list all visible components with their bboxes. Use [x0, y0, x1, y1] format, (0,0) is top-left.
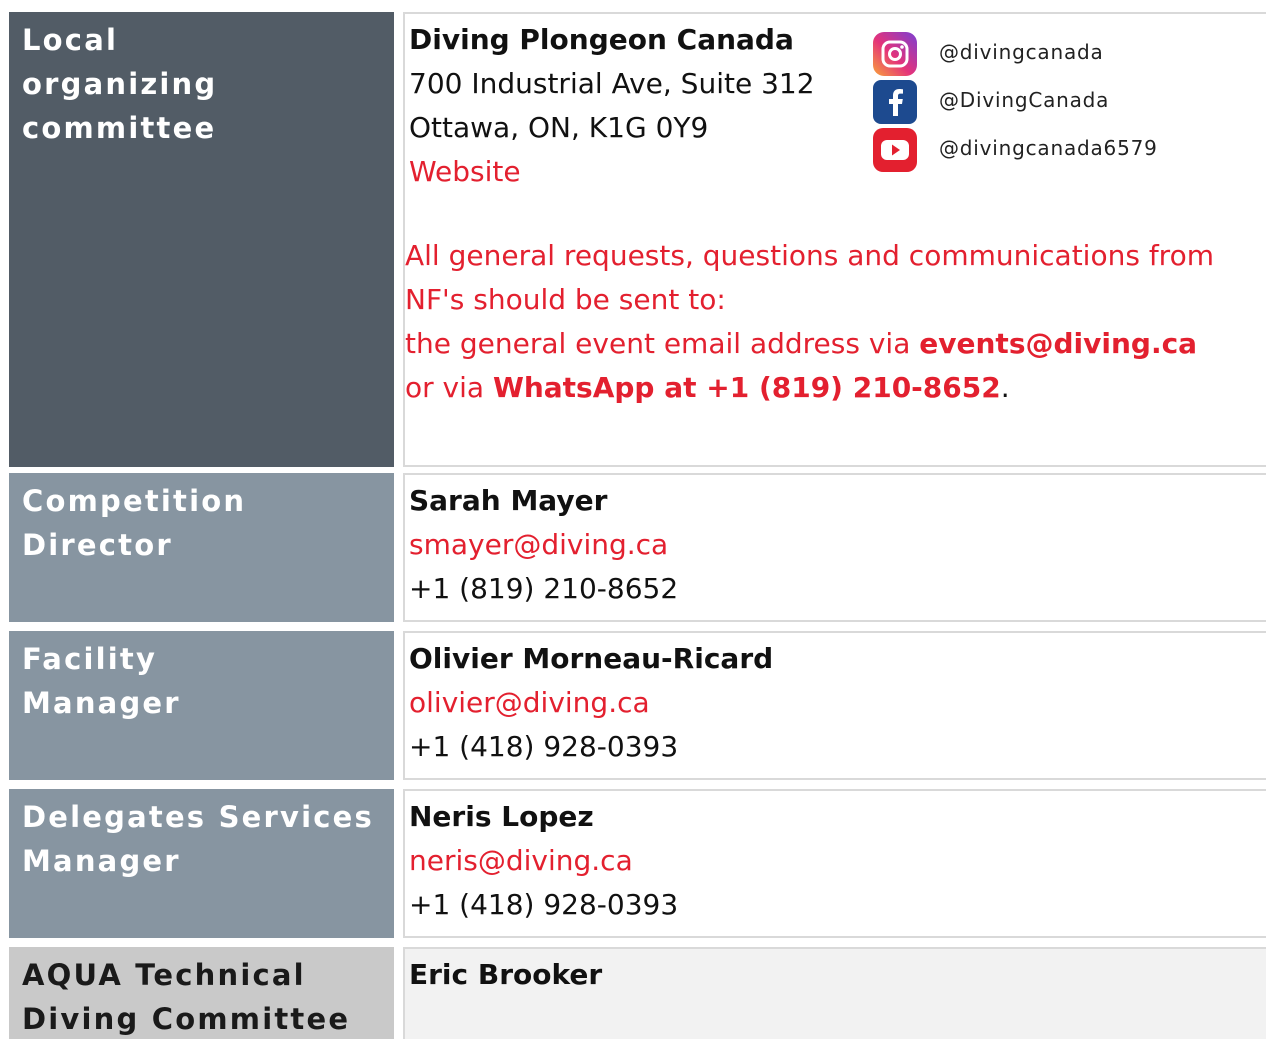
- label-line: Delegates Services: [22, 800, 374, 834]
- address-line: 700 Industrial Ave, Suite 312: [409, 67, 815, 100]
- facebook-icon: [873, 80, 917, 124]
- label-line: Director: [22, 528, 173, 562]
- label-line: Facility: [22, 642, 158, 676]
- notice-line: All general requests, questions and comm…: [405, 239, 1214, 272]
- label-line: Manager: [22, 844, 181, 878]
- contact-email-link[interactable]: smayer@diving.ca: [409, 523, 1266, 567]
- row-label: Delegates Services Manager: [9, 789, 394, 938]
- notice-period: .: [1000, 371, 1010, 404]
- social-handle: @divingcanada6579: [939, 136, 1158, 160]
- label-line: organizing: [22, 67, 218, 101]
- row-aqua-technical-diving-committee: AQUA Technical Diving Committee Eric Bro…: [9, 947, 1266, 1039]
- contact-name: Sarah Mayer: [409, 484, 608, 517]
- label-line: committee: [22, 111, 217, 145]
- row-content: Diving Plongeon Canada 700 Industrial Av…: [403, 12, 1266, 467]
- row-competition-director: Competition Director Sarah Mayer smayer@…: [9, 473, 1266, 622]
- notice-text: the general event email address via: [405, 327, 920, 360]
- contact-name: Olivier Morneau-Ricard: [409, 642, 774, 675]
- row-content: Olivier Morneau-Ricard olivier@diving.ca…: [403, 631, 1266, 780]
- contact-name: Neris Lopez: [409, 800, 594, 833]
- whatsapp-link[interactable]: WhatsApp at +1 (819) 210-8652: [493, 371, 1001, 404]
- organization-name: Diving Plongeon Canada: [409, 23, 794, 56]
- notice-text: or via: [405, 371, 493, 404]
- events-email-link[interactable]: events@diving.ca: [919, 327, 1197, 360]
- social-handle: @divingcanada: [939, 40, 1104, 64]
- row-label: Competition Director: [9, 473, 394, 622]
- contact-email-link[interactable]: olivier@diving.ca: [409, 681, 1266, 725]
- row-local-organizing-committee: Local organizing committee Diving Plonge…: [9, 12, 1266, 467]
- notice-line: or via WhatsApp at +1 (819) 210-8652.: [405, 366, 1266, 410]
- social-handle: @DivingCanada: [939, 88, 1110, 112]
- instagram-icon: [873, 32, 917, 76]
- row-label: AQUA Technical Diving Committee: [9, 947, 394, 1039]
- row-label: Facility Manager: [9, 631, 394, 780]
- contact-name: Eric Brooker: [409, 958, 603, 991]
- label-line: AQUA Technical: [22, 958, 306, 992]
- contact-phone: +1 (819) 210-8652: [409, 572, 679, 605]
- label-line: Diving Committee: [22, 1002, 351, 1036]
- label-line: Local: [22, 23, 119, 57]
- row-content: Neris Lopez neris@diving.ca +1 (418) 928…: [403, 789, 1266, 938]
- row-delegates-services-manager: Delegates Services Manager Neris Lopez n…: [9, 789, 1266, 938]
- contact-email-link[interactable]: neris@diving.ca: [409, 839, 1266, 883]
- contact-phone: +1 (418) 928-0393: [409, 730, 679, 763]
- notice-line: the general event email address via even…: [405, 322, 1266, 366]
- row-content: Sarah Mayer smayer@diving.ca +1 (819) 21…: [403, 473, 1266, 622]
- row-label: Local organizing committee: [9, 12, 394, 467]
- row-facility-manager: Facility Manager Olivier Morneau-Ricard …: [9, 631, 1266, 780]
- general-requests-notice: All general requests, questions and comm…: [405, 234, 1266, 410]
- youtube-icon: [873, 128, 917, 172]
- contact-phone: +1 (418) 928-0393: [409, 888, 679, 921]
- row-content: Eric Brooker: [403, 947, 1266, 1039]
- notice-line: NF's should be sent to:: [405, 283, 726, 316]
- label-line: Competition: [22, 484, 247, 518]
- label-line: Manager: [22, 686, 181, 720]
